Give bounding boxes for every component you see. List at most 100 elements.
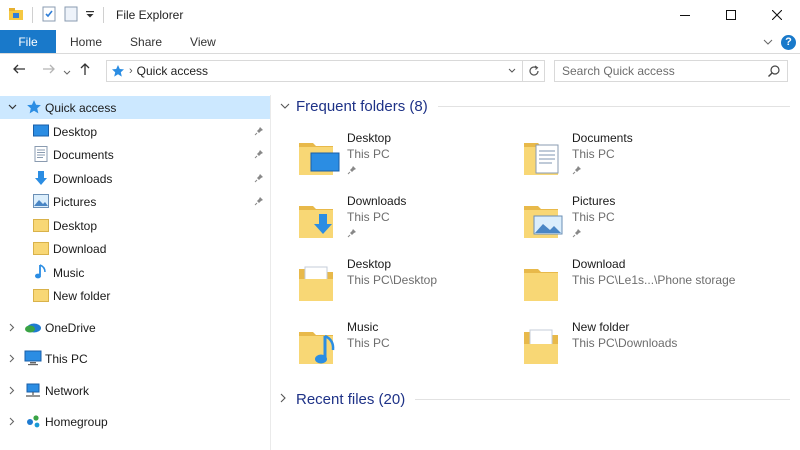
nav-label: Quick access xyxy=(45,100,117,115)
folder-icon xyxy=(522,259,570,307)
chevron-right-icon[interactable] xyxy=(6,321,18,333)
nav-network[interactable]: Network xyxy=(0,379,270,402)
address-history-icon[interactable] xyxy=(502,61,522,81)
back-arrow-icon[interactable] xyxy=(8,62,30,80)
folder-tile[interactable]: Desktop This PC xyxy=(297,131,519,189)
address-row: › Quick access xyxy=(0,54,800,88)
folder-tile[interactable]: Downloads This PC xyxy=(297,194,519,252)
up-arrow-icon[interactable] xyxy=(74,62,96,80)
folder-name: Documents xyxy=(572,131,633,145)
nav-onedrive[interactable]: OneDrive xyxy=(0,316,270,339)
navigation-pane: Quick access Desktop Documents Downloads xyxy=(0,95,271,450)
folder-icon xyxy=(32,286,50,304)
desktop-icon xyxy=(32,122,50,140)
pin-icon[interactable] xyxy=(347,227,357,241)
ribbon: File Home Share View ? xyxy=(0,30,800,54)
nav-label: Downloads xyxy=(53,171,113,186)
nav-item-download-folder[interactable]: Download xyxy=(0,237,270,260)
chevron-right-icon[interactable] xyxy=(6,352,18,364)
folder-location: This PC xyxy=(572,147,615,161)
expand-ribbon-icon[interactable] xyxy=(763,35,773,49)
pictures-folder-icon xyxy=(522,196,570,244)
properties-icon[interactable] xyxy=(41,6,57,25)
search-icon[interactable] xyxy=(767,64,781,81)
nav-label: Pictures xyxy=(53,194,97,209)
network-icon xyxy=(24,381,42,399)
folder-tile[interactable]: New folder This PC\Downloads xyxy=(522,320,744,378)
folder-tile[interactable]: Desktop This PC\Desktop xyxy=(297,257,519,315)
nav-this-pc[interactable]: This PC xyxy=(0,347,270,370)
nav-item-music[interactable]: Music xyxy=(0,261,270,284)
star-icon xyxy=(25,98,43,116)
folder-location: This PC xyxy=(347,210,390,224)
toolbar-divider xyxy=(32,7,33,23)
tab-view[interactable]: View xyxy=(176,30,230,53)
customize-toolbar-icon[interactable] xyxy=(85,8,95,22)
help-button[interactable]: ? xyxy=(781,34,796,50)
pin-icon[interactable] xyxy=(347,164,357,178)
folder-tile[interactable]: Documents This PC xyxy=(522,131,744,189)
pin-icon[interactable] xyxy=(572,164,582,178)
pin-icon[interactable] xyxy=(254,172,264,186)
breadcrumb-separator-icon[interactable]: › xyxy=(129,65,133,77)
search-input[interactable] xyxy=(562,64,757,78)
nav-quick-access[interactable]: Quick access xyxy=(0,96,270,119)
pin-icon[interactable] xyxy=(572,227,582,241)
folder-tile[interactable]: Music This PC xyxy=(297,320,519,378)
breadcrumb[interactable]: Quick access xyxy=(137,64,208,78)
nav-label: Homegroup xyxy=(45,414,108,429)
nav-label: Desktop xyxy=(53,124,98,139)
window-title: File Explorer xyxy=(116,8,184,22)
nav-item-new-folder[interactable]: New folder xyxy=(0,284,270,307)
chevron-down-icon[interactable] xyxy=(6,101,18,113)
pin-icon[interactable] xyxy=(254,125,264,139)
chevron-right-icon[interactable] xyxy=(280,393,294,406)
pictures-icon xyxy=(32,192,50,210)
file-explorer-app-icon[interactable] xyxy=(8,6,24,25)
nav-item-pictures[interactable]: Pictures xyxy=(0,190,270,213)
desktop-folder-icon xyxy=(297,133,345,181)
downloads-icon xyxy=(32,169,50,187)
nav-item-desktop-folder[interactable]: Desktop xyxy=(0,214,270,237)
window-controls xyxy=(662,0,800,30)
folder-location: This PC xyxy=(572,210,615,224)
nav-label: OneDrive xyxy=(45,320,96,335)
recent-files-header[interactable]: Recent files (20) xyxy=(280,391,790,408)
pin-icon[interactable] xyxy=(254,195,264,209)
folder-name: Music xyxy=(347,320,379,334)
pin-icon[interactable] xyxy=(254,148,264,162)
forward-arrow-icon[interactable] xyxy=(38,62,60,80)
refresh-button[interactable] xyxy=(522,61,544,81)
recent-locations-icon[interactable] xyxy=(60,63,74,80)
nav-label: Documents xyxy=(53,147,114,162)
close-button[interactable] xyxy=(754,0,800,30)
nav-item-documents[interactable]: Documents xyxy=(0,143,270,166)
nav-item-desktop[interactable]: Desktop xyxy=(0,120,270,143)
folder-location: This PC xyxy=(347,336,390,350)
maximize-button[interactable] xyxy=(708,0,754,30)
group-divider xyxy=(415,399,790,400)
folder-tile[interactable]: Download This PC\Le1s...\Phone storage xyxy=(522,257,744,315)
nav-label: Network xyxy=(45,383,90,398)
new-folder-icon[interactable] xyxy=(63,6,79,25)
nav-label: New folder xyxy=(53,288,111,303)
folder-tile[interactable]: Pictures This PC xyxy=(522,194,744,252)
minimize-button[interactable] xyxy=(662,0,708,30)
folder-name: Desktop xyxy=(347,257,392,271)
nav-item-downloads[interactable]: Downloads xyxy=(0,167,270,190)
tab-share[interactable]: Share xyxy=(116,30,176,53)
folder-name: Download xyxy=(572,257,626,271)
title-bar: File Explorer xyxy=(0,0,800,30)
address-bar[interactable]: › Quick access xyxy=(106,60,545,82)
documents-icon xyxy=(32,145,50,163)
tab-file[interactable]: File xyxy=(0,30,56,53)
folder-location: This PC\Downloads xyxy=(572,336,678,350)
chevron-down-icon[interactable] xyxy=(280,101,294,113)
nav-homegroup[interactable]: Homegroup xyxy=(0,410,270,433)
chevron-right-icon[interactable] xyxy=(6,415,18,427)
frequent-folders-header[interactable]: Frequent folders (8) xyxy=(280,98,790,115)
nav-label: Music xyxy=(53,265,85,280)
folder-icon xyxy=(32,216,50,234)
chevron-right-icon[interactable] xyxy=(6,384,18,396)
tab-home[interactable]: Home xyxy=(56,30,116,53)
